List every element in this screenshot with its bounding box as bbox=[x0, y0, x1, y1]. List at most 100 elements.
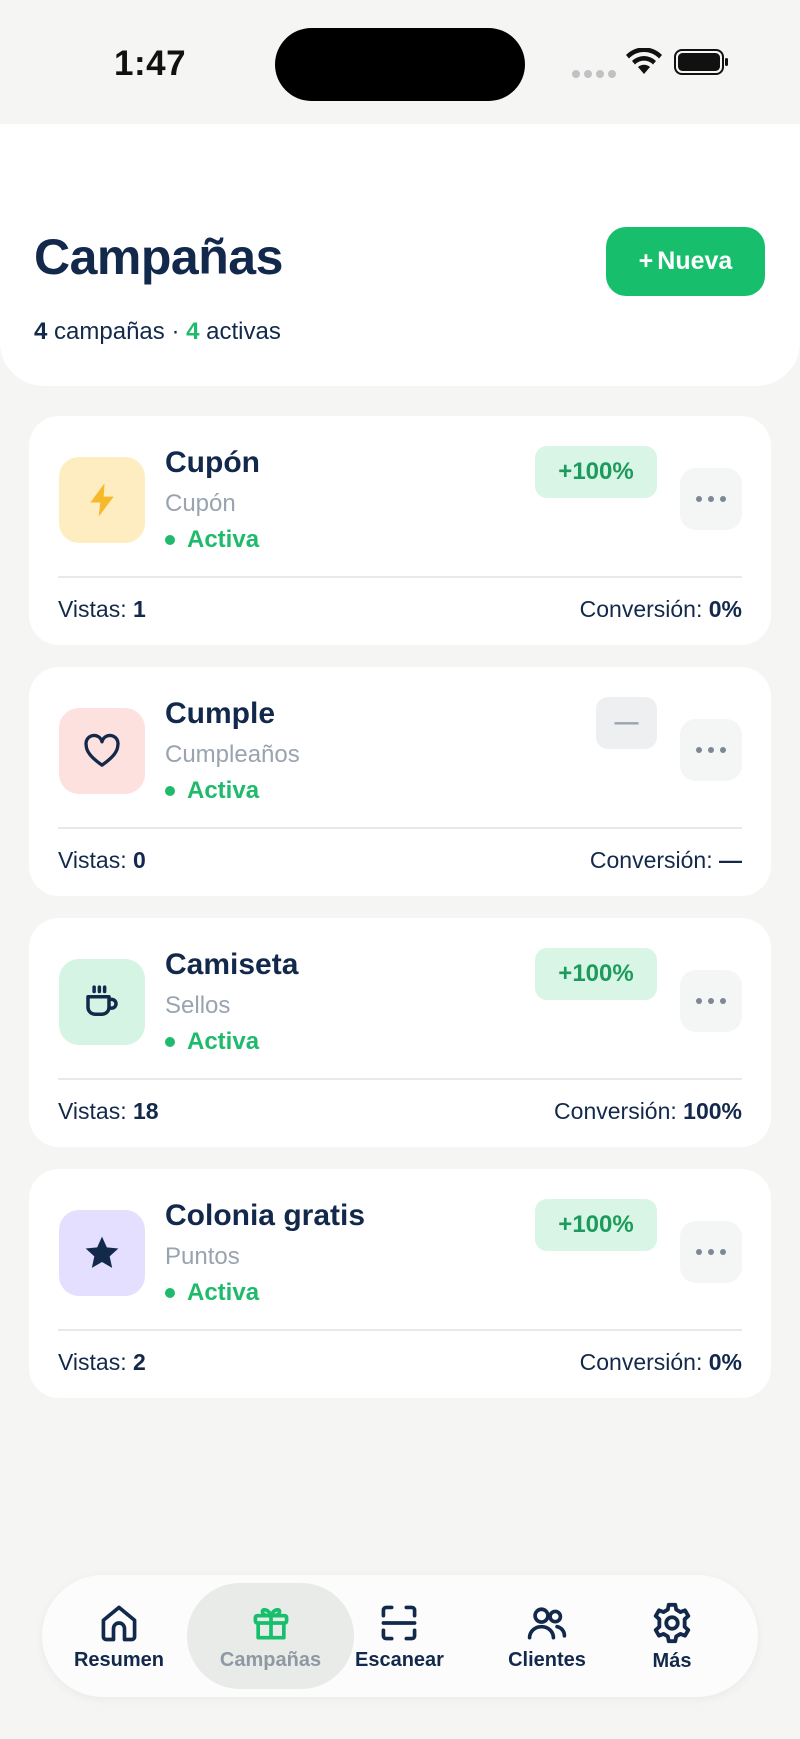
conversion-value: 0% bbox=[708, 596, 742, 622]
summary-separator: · bbox=[171, 318, 180, 345]
campaign-icon-tile bbox=[59, 457, 145, 543]
campaign-title: Cumple bbox=[165, 697, 276, 730]
campaign-card[interactable]: Cumple Cumpleaños Activa — Vistas: 0 Con… bbox=[29, 667, 771, 896]
conversion-stat: Conversión: 100% bbox=[554, 1098, 742, 1125]
heart-icon bbox=[84, 733, 120, 767]
views-label: Vistas: bbox=[58, 596, 127, 622]
performance-badge: — bbox=[596, 697, 657, 749]
header-card: Campañas 4 campañas · 4 activas + Nueva bbox=[0, 124, 800, 386]
views-value: 0 bbox=[133, 847, 146, 873]
divider bbox=[58, 1078, 742, 1080]
scan-icon bbox=[382, 1605, 417, 1640]
status-dot bbox=[165, 786, 175, 796]
divider bbox=[58, 1329, 742, 1331]
active-count-label: activas bbox=[206, 318, 281, 345]
users-icon bbox=[527, 1606, 567, 1639]
signal-icon bbox=[572, 70, 616, 78]
more-options-button[interactable] bbox=[680, 970, 742, 1032]
views-stat: Vistas: 18 bbox=[58, 1098, 159, 1125]
status-label: Activa bbox=[187, 777, 260, 804]
status-badge: Activa bbox=[165, 777, 259, 805]
conversion-stat: Conversión: 0% bbox=[580, 1349, 742, 1376]
campaign-icon-tile bbox=[59, 708, 145, 794]
nav-item-clientes[interactable]: Clientes bbox=[492, 1583, 602, 1689]
campaign-icon-tile bbox=[59, 1210, 145, 1296]
campaign-title: Colonia gratis bbox=[165, 1199, 366, 1232]
conversion-label: Conversión: bbox=[589, 847, 713, 873]
views-label: Vistas: bbox=[58, 1098, 127, 1124]
views-value: 2 bbox=[133, 1349, 146, 1375]
campaign-count-label: campañas bbox=[54, 318, 165, 345]
gear-icon bbox=[653, 1602, 691, 1643]
page-title: Campañas bbox=[34, 229, 283, 285]
conversion-value: 100% bbox=[683, 1098, 742, 1124]
conversion-value: — bbox=[719, 847, 742, 873]
status-label: Activa bbox=[187, 1279, 260, 1306]
home-icon bbox=[101, 1605, 137, 1641]
cup-icon bbox=[86, 985, 118, 1016]
performance-badge: +100% bbox=[535, 1199, 657, 1251]
nav-item-mas[interactable]: Más bbox=[617, 1583, 727, 1689]
status-badge: Activa bbox=[165, 1279, 259, 1307]
campaign-type: Puntos bbox=[165, 1243, 240, 1270]
campaign-count: 4 bbox=[34, 318, 48, 345]
views-value: 18 bbox=[133, 1098, 159, 1124]
status-label: Activa bbox=[187, 1028, 260, 1055]
campaign-title: Cupón bbox=[165, 446, 260, 479]
more-options-button[interactable] bbox=[680, 719, 742, 781]
new-campaign-label: Nueva bbox=[657, 247, 733, 275]
status-label: Activa bbox=[187, 526, 260, 553]
campaign-title: Camiseta bbox=[165, 948, 299, 981]
gift-icon bbox=[253, 1607, 288, 1639]
campaign-card[interactable]: Colonia gratis Puntos Activa +100% Vista… bbox=[29, 1169, 771, 1398]
status-dot bbox=[165, 1037, 175, 1047]
nav-item-escanear[interactable]: Escanear bbox=[355, 1583, 444, 1689]
views-value: 1 bbox=[133, 596, 146, 622]
lightning-icon bbox=[90, 483, 114, 517]
divider bbox=[58, 827, 742, 829]
nav-label: Campañas bbox=[219, 1648, 322, 1671]
campaign-icon-tile bbox=[59, 959, 145, 1045]
nav-label: Escanear bbox=[355, 1648, 444, 1671]
nav-item-campanas[interactable]: Campañas bbox=[187, 1583, 354, 1689]
conversion-label: Conversión: bbox=[554, 1098, 677, 1124]
bottom-nav: Resumen Campañas Escanear Clientes Más bbox=[42, 1575, 758, 1697]
campaign-type: Sellos bbox=[165, 992, 231, 1019]
nav-label: Clientes bbox=[508, 1648, 586, 1671]
status-time: 1:47 bbox=[114, 44, 187, 83]
more-options-button[interactable] bbox=[680, 1221, 742, 1283]
conversion-label: Conversión: bbox=[579, 1349, 703, 1375]
status-bar: 1:47 bbox=[0, 0, 800, 124]
status-badge: Activa bbox=[165, 1028, 259, 1056]
views-label: Vistas: bbox=[58, 1349, 127, 1375]
star-icon bbox=[85, 1236, 119, 1268]
views-stat: Vistas: 2 bbox=[58, 1349, 146, 1376]
dynamic-island bbox=[275, 28, 525, 101]
more-options-button[interactable] bbox=[680, 468, 742, 530]
conversion-stat: Conversión: — bbox=[590, 847, 742, 874]
status-dot bbox=[165, 1288, 175, 1298]
nav-item-resumen[interactable]: Resumen bbox=[62, 1583, 176, 1689]
views-label: Vistas: bbox=[58, 847, 127, 873]
campaign-type: Cumpleaños bbox=[165, 741, 300, 768]
performance-badge: +100% bbox=[535, 948, 657, 1000]
views-stat: Vistas: 0 bbox=[58, 847, 146, 874]
performance-badge: +100% bbox=[535, 446, 657, 498]
conversion-value: 0% bbox=[708, 1349, 742, 1375]
active-count: 4 bbox=[186, 318, 200, 345]
campaign-card[interactable]: Camiseta Sellos Activa +100% Vistas: 18 … bbox=[29, 918, 771, 1147]
plus-icon: + bbox=[638, 247, 654, 275]
campaign-type: Cupón bbox=[165, 490, 236, 517]
status-dot bbox=[165, 535, 175, 545]
conversion-label: Conversión: bbox=[579, 596, 703, 622]
views-stat: Vistas: 1 bbox=[58, 596, 146, 623]
campaign-summary: 4 campañas · 4 activas bbox=[34, 318, 281, 346]
new-campaign-button[interactable]: + Nueva bbox=[606, 227, 765, 296]
nav-label: Resumen bbox=[73, 1648, 165, 1671]
nav-label: Más bbox=[652, 1649, 692, 1672]
divider bbox=[58, 576, 742, 578]
battery-icon bbox=[674, 49, 728, 75]
conversion-stat: Conversión: 0% bbox=[580, 596, 742, 623]
campaign-card[interactable]: Cupón Cupón Activa +100% Vistas: 1 Conve… bbox=[29, 416, 771, 645]
status-badge: Activa bbox=[165, 526, 259, 554]
